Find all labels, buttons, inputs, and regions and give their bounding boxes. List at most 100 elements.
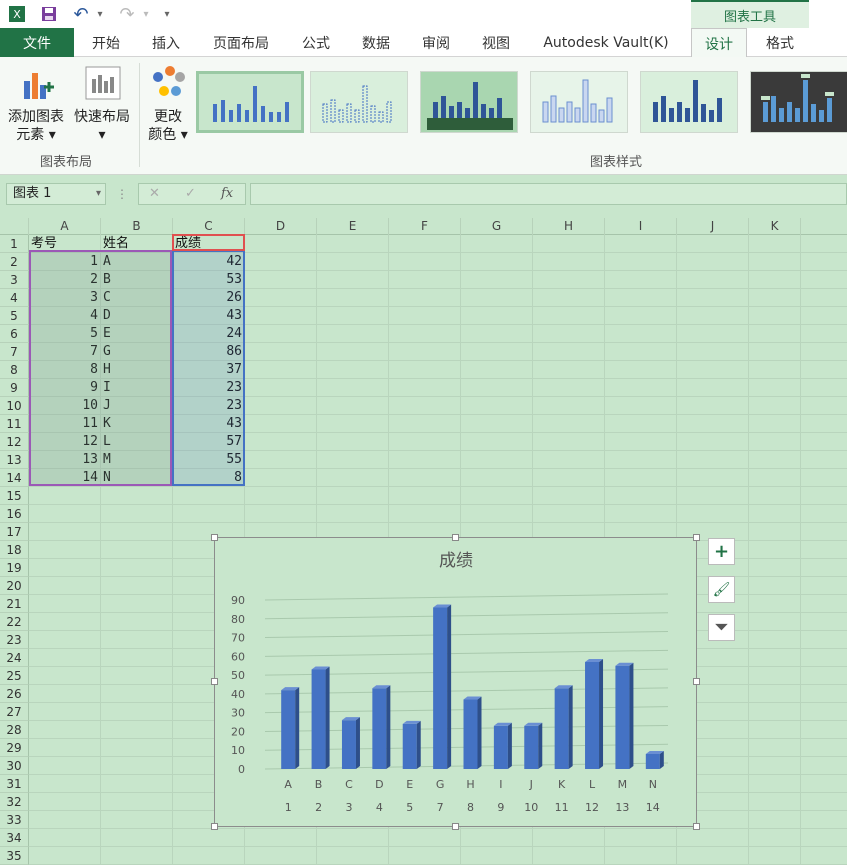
row-header-19[interactable]: 19 [0, 559, 29, 577]
bar-k[interactable] [554, 685, 573, 769]
bar-n[interactable] [645, 750, 664, 769]
row-header-11[interactable]: 11 [0, 415, 29, 433]
save-icon[interactable] [38, 4, 60, 24]
undo-icon[interactable]: ↶ [70, 4, 92, 25]
bar-g[interactable] [433, 604, 452, 769]
chart-title[interactable]: 成绩 [439, 551, 473, 571]
row-header-13[interactable]: 13 [0, 451, 29, 469]
resize-handle-top-left[interactable] [211, 534, 218, 541]
row-header-5[interactable]: 5 [0, 307, 29, 325]
bar-e[interactable] [402, 720, 421, 769]
column-header-g[interactable]: G [461, 218, 533, 235]
tab-review[interactable]: 审阅 [410, 28, 462, 57]
row-header-27[interactable]: 27 [0, 703, 29, 721]
tab-insert[interactable]: 插入 [140, 28, 192, 57]
bar-l[interactable] [585, 658, 604, 769]
change-colors-button[interactable]: 更改 颜色 ▾ [142, 65, 194, 144]
row-header-17[interactable]: 17 [0, 523, 29, 541]
row-header-33[interactable]: 33 [0, 811, 29, 829]
enter-icon[interactable]: ✓ [185, 186, 196, 201]
tab-view[interactable]: 视图 [470, 28, 522, 57]
row-header-16[interactable]: 16 [0, 505, 29, 523]
resize-handle-bottom[interactable] [452, 823, 459, 830]
tab-design[interactable]: 设计 [691, 28, 747, 58]
tab-file[interactable]: 文件 [0, 28, 74, 57]
column-header-i[interactable]: I [605, 218, 677, 235]
row-header-4[interactable]: 4 [0, 289, 29, 307]
resize-handle-right[interactable] [693, 678, 700, 685]
row-header-29[interactable]: 29 [0, 739, 29, 757]
bar-m[interactable] [615, 662, 634, 769]
tab-format[interactable]: 格式 [752, 28, 808, 57]
chart-style-1[interactable] [196, 71, 304, 133]
row-header-21[interactable]: 21 [0, 595, 29, 613]
insert-function-icon[interactable]: fx [221, 186, 233, 201]
row-header-32[interactable]: 32 [0, 793, 29, 811]
chart-elements-button[interactable]: + [708, 538, 735, 565]
cancel-icon[interactable]: ✕ [149, 186, 160, 201]
redo-icon[interactable]: ↷ [116, 4, 138, 25]
tab-home[interactable]: 开始 [80, 28, 132, 57]
resize-handle-top-right[interactable] [693, 534, 700, 541]
column-header-h[interactable]: H [533, 218, 605, 235]
bar-b[interactable] [311, 666, 330, 769]
bar-j[interactable] [524, 722, 543, 769]
chart-style-3[interactable] [420, 71, 518, 133]
undo-dropdown-icon[interactable]: ▾ [94, 4, 106, 24]
select-all-corner[interactable] [0, 218, 29, 235]
tab-data[interactable]: 数据 [350, 28, 402, 57]
row-header-3[interactable]: 3 [0, 271, 29, 289]
row-header-28[interactable]: 28 [0, 721, 29, 739]
chart-style-6[interactable] [750, 71, 847, 133]
formula-input[interactable] [250, 183, 847, 205]
name-box-dropdown-icon[interactable]: ▾ [96, 184, 101, 204]
row-header-20[interactable]: 20 [0, 577, 29, 595]
column-header-f[interactable]: F [389, 218, 461, 235]
row-header-12[interactable]: 12 [0, 433, 29, 451]
row-header-10[interactable]: 10 [0, 397, 29, 415]
chart-filters-button[interactable]: ⏷ [708, 614, 735, 641]
row-header-1[interactable]: 1 [0, 235, 29, 253]
resize-handle-left[interactable] [211, 678, 218, 685]
redo-dropdown-icon[interactable]: ▾ [140, 4, 152, 24]
column-header-d[interactable]: D [245, 218, 317, 235]
row-header-8[interactable]: 8 [0, 361, 29, 379]
add-chart-element-button[interactable]: 添加图表 元素 ▾ [4, 65, 68, 144]
bar-c[interactable] [341, 717, 360, 769]
bar-d[interactable] [372, 685, 391, 769]
chart-style-5[interactable] [640, 71, 738, 133]
row-header-26[interactable]: 26 [0, 685, 29, 703]
row-header-30[interactable]: 30 [0, 757, 29, 775]
row-header-18[interactable]: 18 [0, 541, 29, 559]
row-header-35[interactable]: 35 [0, 847, 29, 865]
row-header-7[interactable]: 7 [0, 343, 29, 361]
row-header-14[interactable]: 14 [0, 469, 29, 487]
row-header-6[interactable]: 6 [0, 325, 29, 343]
column-header-b[interactable]: B [101, 218, 173, 235]
quick-layout-button[interactable]: 快速布局 ▾ [70, 65, 134, 144]
row-header-15[interactable]: 15 [0, 487, 29, 505]
tab-formulas[interactable]: 公式 [290, 28, 342, 57]
column-header-c[interactable]: C [173, 218, 245, 235]
row-header-2[interactable]: 2 [0, 253, 29, 271]
column-header-a[interactable]: A [29, 218, 101, 235]
row-header-34[interactable]: 34 [0, 829, 29, 847]
name-box[interactable]: 图表 1 ▾ [6, 183, 106, 205]
bar-a[interactable] [281, 687, 300, 769]
chart-styles-button[interactable]: 🖌 [708, 576, 735, 603]
tab-page-layout[interactable]: 页面布局 [200, 28, 282, 57]
customize-quick-access-icon[interactable]: ▾ [160, 4, 174, 24]
resize-handle-top[interactable] [452, 534, 459, 541]
row-header-22[interactable]: 22 [0, 613, 29, 631]
column-header-e[interactable]: E [317, 218, 389, 235]
row-header-31[interactable]: 31 [0, 775, 29, 793]
row-header-24[interactable]: 24 [0, 649, 29, 667]
tab-autodesk-vault[interactable]: Autodesk Vault(K) [530, 28, 682, 57]
chart-style-2[interactable] [310, 71, 408, 133]
column-header-j[interactable]: J [677, 218, 749, 235]
resize-handle-bottom-right[interactable] [693, 823, 700, 830]
chart[interactable]: 成绩 0 10 20 30 40 50 60 70 80 90 A 1 B 2 C 3 D 4 E 5 G 7 H 8 I 9 J 1… [211, 534, 700, 830]
row-header-9[interactable]: 9 [0, 379, 29, 397]
row-header-23[interactable]: 23 [0, 631, 29, 649]
bar-i[interactable] [493, 722, 512, 769]
